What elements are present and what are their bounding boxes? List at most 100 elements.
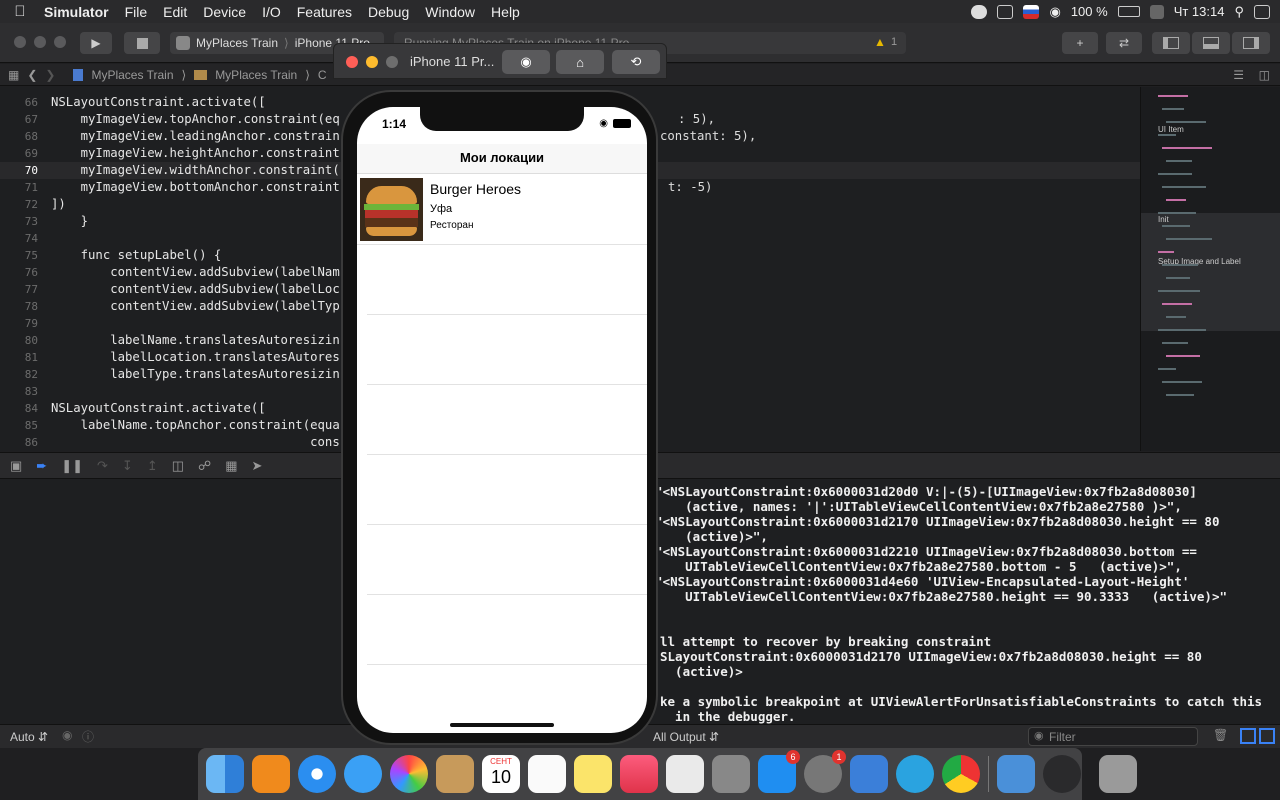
reminders-icon[interactable] bbox=[528, 755, 566, 793]
environment-overrides-icon[interactable]: ▦ bbox=[225, 458, 237, 474]
input-source-flag-icon[interactable] bbox=[1023, 4, 1040, 19]
airplay-icon[interactable] bbox=[1149, 4, 1164, 19]
music-icon[interactable] bbox=[620, 755, 658, 793]
breadcrumb-project[interactable]: MyPlaces Train bbox=[91, 68, 173, 82]
breakpoints-toggle-icon[interactable]: ➨ bbox=[36, 458, 47, 474]
menu-features[interactable]: Features bbox=[289, 4, 360, 20]
textedit-icon[interactable] bbox=[666, 755, 704, 793]
show-console-icon[interactable] bbox=[1259, 728, 1275, 744]
telegram-icon[interactable] bbox=[896, 755, 934, 793]
step-over-icon[interactable]: ↷ bbox=[97, 458, 108, 474]
system-preferences-icon[interactable]: 1 bbox=[804, 750, 846, 793]
menu-file[interactable]: File bbox=[117, 4, 156, 20]
view-debugger-icon[interactable]: ◫ bbox=[172, 458, 184, 474]
variables-scope-popup[interactable]: Auto ⇵ bbox=[10, 730, 48, 744]
toggle-inspector-button[interactable] bbox=[1232, 32, 1270, 54]
simulator-zoom-button[interactable] bbox=[386, 56, 398, 68]
apple-menu-icon[interactable]:  bbox=[0, 3, 40, 20]
editor-options-icon[interactable]: ☰ bbox=[1233, 68, 1244, 82]
minimap-code-line bbox=[1158, 368, 1176, 370]
home-indicator[interactable] bbox=[450, 723, 554, 727]
finder-icon[interactable] bbox=[206, 755, 244, 793]
console-filter-input[interactable]: Filter bbox=[1028, 727, 1198, 746]
window-zoom-button[interactable] bbox=[54, 36, 66, 48]
run-button[interactable]: ▶ bbox=[80, 32, 112, 54]
menu-help[interactable]: Help bbox=[483, 4, 528, 20]
minimap-mark-ui-item[interactable]: UI Item bbox=[1158, 125, 1184, 134]
warning-count[interactable]: 1 bbox=[891, 36, 897, 48]
pause-icon[interactable]: ❚❚ bbox=[61, 458, 83, 474]
menu-device[interactable]: Device bbox=[195, 4, 254, 20]
step-in-icon[interactable]: ↧ bbox=[122, 458, 133, 474]
project-file-icon bbox=[73, 68, 84, 81]
minimap-visible-region[interactable] bbox=[1141, 213, 1280, 331]
menu-bar:  Simulator File Edit Device I/O Feature… bbox=[0, 0, 1280, 23]
wifi-icon[interactable]: ◉ bbox=[1049, 4, 1060, 20]
clipboard-status-icon[interactable] bbox=[997, 4, 1014, 19]
folder-icon bbox=[194, 69, 208, 80]
stop-button[interactable] bbox=[124, 32, 160, 54]
rotate-button[interactable]: ⟲ bbox=[612, 50, 660, 74]
back-arrow-icon[interactable]: ❮ bbox=[27, 68, 37, 82]
library-button[interactable]: + bbox=[1062, 32, 1098, 54]
books-icon[interactable] bbox=[252, 755, 290, 793]
menu-window[interactable]: Window bbox=[417, 4, 483, 20]
photos-icon[interactable] bbox=[390, 755, 428, 793]
toggle-debug-area-button[interactable] bbox=[1192, 32, 1230, 54]
toggle-navigator-button[interactable] bbox=[1152, 32, 1190, 54]
window-minimize-button[interactable] bbox=[34, 36, 46, 48]
minimap[interactable]: UI Item Init Setup Image and Label bbox=[1140, 87, 1280, 451]
xcode-folder-icon[interactable] bbox=[997, 755, 1035, 793]
add-editor-icon[interactable]: ◫ bbox=[1259, 68, 1270, 82]
simulator-close-button[interactable] bbox=[346, 56, 358, 68]
show-variables-icon[interactable] bbox=[1240, 728, 1256, 744]
menu-debug[interactable]: Debug bbox=[360, 4, 417, 20]
quick-look-icon[interactable]: ◉ bbox=[62, 728, 72, 742]
home-button[interactable]: ⌂ bbox=[556, 50, 604, 74]
breadcrumb-file[interactable]: C bbox=[318, 68, 327, 82]
window-close-button[interactable] bbox=[14, 36, 26, 48]
simulator-minimize-button[interactable] bbox=[366, 56, 378, 68]
forward-arrow-icon[interactable]: ❯ bbox=[45, 68, 55, 82]
notes-icon[interactable] bbox=[574, 755, 612, 793]
trash-bin-icon[interactable] bbox=[1099, 755, 1137, 793]
info-icon[interactable]: ⓘ bbox=[82, 728, 94, 745]
hide-debug-area-icon[interactable]: ▣ bbox=[10, 458, 22, 474]
minimap-mark-init[interactable]: Init bbox=[1158, 215, 1169, 224]
place-cell[interactable]: Burger Heroes Уфа Ресторан bbox=[357, 175, 647, 245]
breadcrumb-group[interactable]: MyPlaces Train bbox=[215, 68, 297, 82]
quicktime-icon[interactable] bbox=[1043, 755, 1081, 793]
telegram-status-icon[interactable] bbox=[971, 4, 988, 19]
memory-graph-icon[interactable]: ☍ bbox=[198, 458, 211, 474]
burger-bun-bottom bbox=[366, 227, 417, 236]
location-icon[interactable]: ➤ bbox=[251, 458, 262, 474]
spotlight-search-icon[interactable]: ⚲ bbox=[1234, 4, 1244, 20]
iphone-screen[interactable]: 1:14 ◉ Мои локации Burger Heroes Уфа Ресто… bbox=[357, 107, 647, 733]
menu-edit[interactable]: Edit bbox=[155, 4, 195, 20]
screenshot-button[interactable]: ◉ bbox=[502, 50, 550, 74]
rotate-icon: ⟲ bbox=[630, 54, 642, 69]
code-review-button[interactable]: ⇄ bbox=[1106, 32, 1142, 54]
console-output[interactable]: "<NSLayoutConstraint:0x6000031d20d0 V:|-… bbox=[640, 479, 1280, 724]
chrome-icon[interactable] bbox=[942, 755, 980, 793]
battery-icon[interactable] bbox=[1117, 6, 1140, 17]
code-text: contentView.addSubview(labelTyp bbox=[51, 299, 340, 313]
messages-icon[interactable] bbox=[344, 755, 382, 793]
trash-icon[interactable]: 🗑 bbox=[1213, 728, 1228, 742]
calendar-icon[interactable]: СЕНТ 10 bbox=[482, 755, 520, 793]
control-center-icon[interactable] bbox=[1254, 4, 1270, 19]
safari-icon[interactable] bbox=[298, 755, 336, 793]
console-output-popup[interactable]: All Output ⇵ bbox=[653, 730, 719, 744]
xcode-icon[interactable] bbox=[850, 755, 888, 793]
warning-icon[interactable]: ▲ bbox=[874, 35, 886, 49]
app-store-icon[interactable]: 6 bbox=[758, 750, 800, 793]
contacts-icon[interactable] bbox=[436, 755, 474, 793]
step-out-icon[interactable]: ↥ bbox=[147, 458, 158, 474]
menu-app-name[interactable]: Simulator bbox=[40, 4, 117, 20]
related-items-grid-icon[interactable]: ▦ bbox=[8, 68, 19, 82]
calculator-icon[interactable] bbox=[712, 755, 750, 793]
menu-io[interactable]: I/O bbox=[254, 4, 289, 20]
menu-clock[interactable]: Чт 13:14 bbox=[1174, 4, 1225, 19]
iphone-device-frame: 1:14 ◉ Мои локации Burger Heroes Уфа Ресто… bbox=[341, 90, 658, 745]
console-line: SLayoutConstraint:0x6000031d2170 UIImage… bbox=[660, 649, 1202, 664]
